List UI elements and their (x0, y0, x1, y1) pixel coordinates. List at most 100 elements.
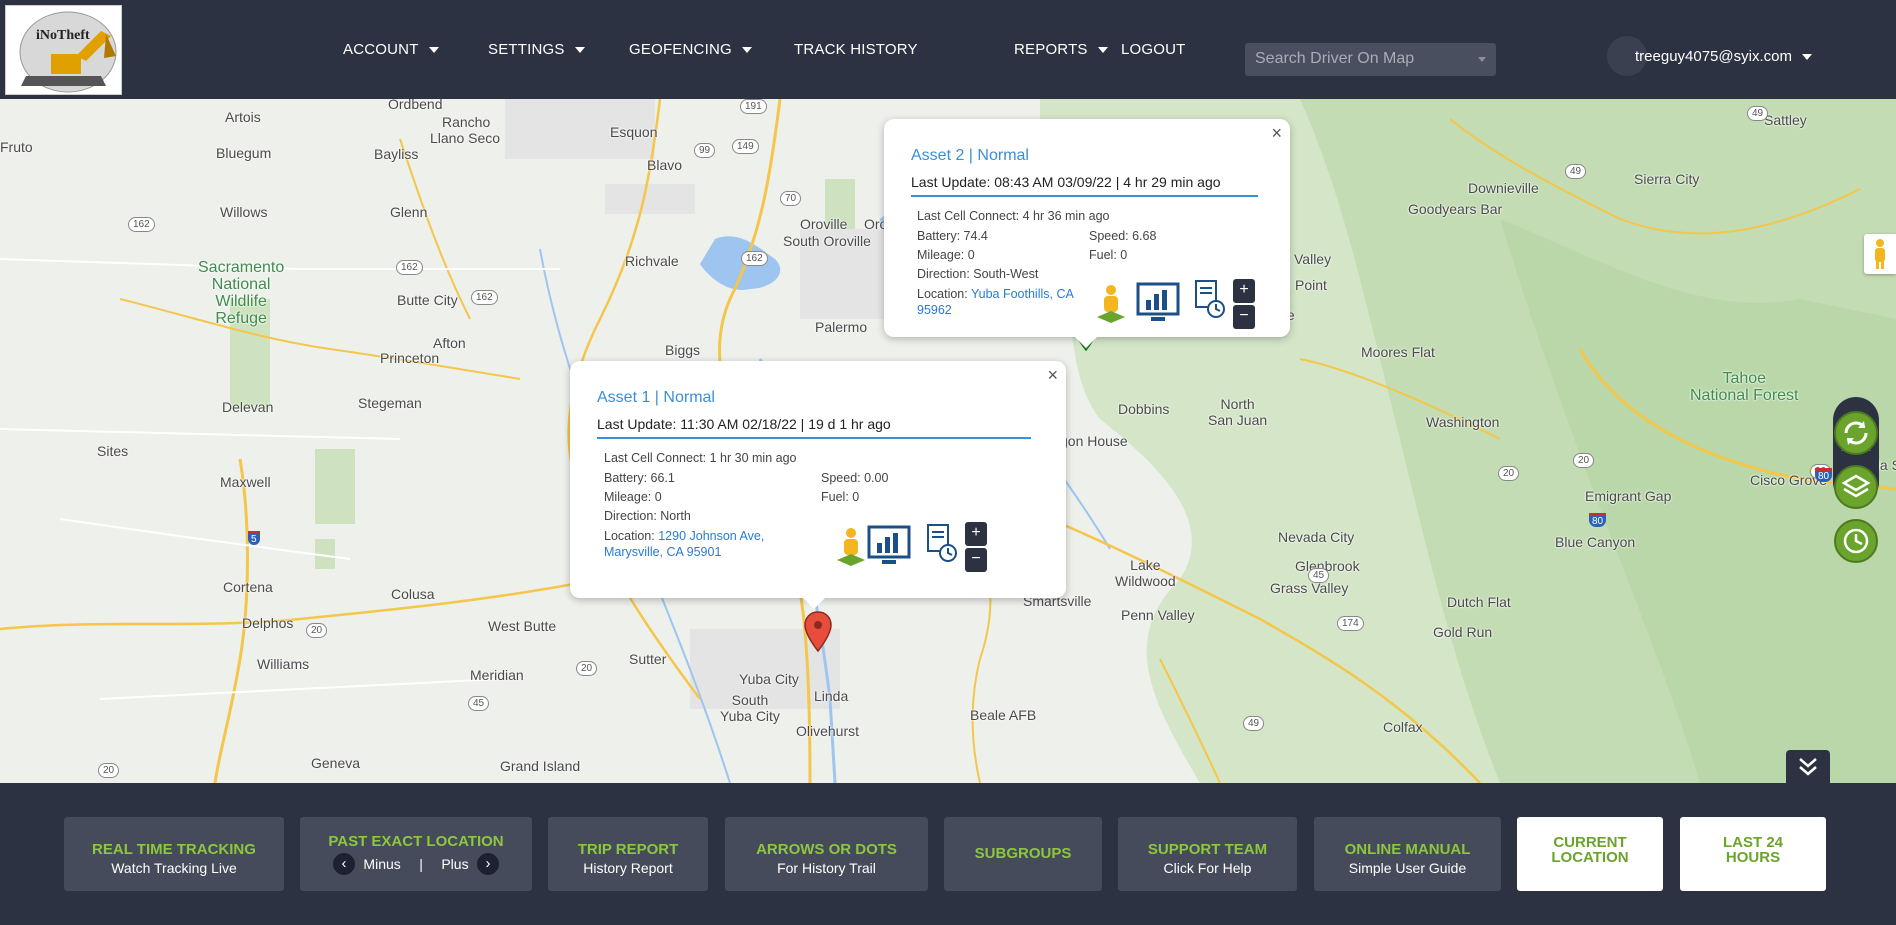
street-view-icon[interactable] (832, 526, 870, 568)
nav-settings[interactable]: SETTINGS (488, 0, 585, 99)
route-shield: 45 (468, 696, 490, 711)
popup-zoom-in-button[interactable]: + (1233, 279, 1255, 303)
map-layers-button[interactable] (1834, 465, 1878, 509)
last-update: Last Update: 08:43 AM 03/09/22 | 4 hr 29… (911, 174, 1221, 190)
popup-title[interactable]: Asset 2 | Normal (911, 147, 1029, 165)
trip-report-button[interactable]: TRIP REPORT History Report (548, 817, 708, 891)
direction-value: Direction: North (604, 509, 691, 523)
chart-report-icon[interactable] (1136, 282, 1180, 324)
popup-zoom-out-button[interactable]: − (965, 548, 987, 572)
search-placeholder: Search Driver On Map (1255, 50, 1415, 67)
interstate-shield: 80 (1589, 513, 1607, 527)
place-label: Sutter (629, 651, 667, 667)
route-shield: 49 (1243, 716, 1265, 731)
place-label: Sites (97, 443, 129, 459)
chevron-down-icon (574, 46, 585, 53)
mileage-value: Mileage: 0 (604, 490, 662, 504)
place-label: South Oroville (783, 233, 871, 249)
nav-geofencing-label: GEOFENCING (629, 41, 732, 58)
nav-geofencing[interactable]: GEOFENCING (629, 0, 752, 99)
place-label: Point (1295, 277, 1327, 293)
button-subtitle: Simple User Guide (1348, 860, 1467, 876)
route-shield: 162 (128, 217, 155, 232)
popup-tail (802, 597, 826, 609)
place-label: Goodyears Bar (1408, 201, 1503, 217)
minus-label[interactable]: Minus (363, 856, 400, 872)
arrows-or-dots-button[interactable]: ARROWS OR DOTS For History Trail (725, 817, 928, 891)
place-label: Sacramento National Wildlife Refuge (198, 259, 285, 327)
nav-account[interactable]: ACCOUNT (343, 0, 439, 99)
place-label: Beale AFB (970, 707, 1037, 723)
place-label: Cortena (223, 579, 273, 595)
refresh-icon (1844, 421, 1868, 445)
layers-icon (1841, 474, 1871, 498)
location-link[interactable]: 1290 Johnson Ave, (658, 529, 764, 543)
route-shield: 162 (741, 251, 768, 266)
company-logo[interactable]: iNoTheft (5, 5, 122, 95)
location-label: Location: (917, 287, 968, 301)
location-link-city[interactable]: Marysville, CA 95901 (604, 545, 721, 559)
button-title: ONLINE MANUAL (1344, 841, 1471, 858)
driver-search-select[interactable]: Search Driver On Map (1245, 43, 1496, 76)
chevron-left-icon[interactable]: ‹ (332, 853, 355, 875)
place-label: Blue Canyon (1555, 534, 1636, 550)
support-team-button[interactable]: SUPPORT TEAM Click For Help (1118, 817, 1297, 891)
popup-title[interactable]: Asset 1 | Normal (597, 389, 715, 407)
last-24-hours-button[interactable]: LAST 24 HOURS (1680, 817, 1826, 891)
nav-logout[interactable]: LOGOUT (1121, 0, 1186, 99)
plus-label[interactable]: Plus (441, 856, 468, 872)
interstate-shield: 80 (1815, 468, 1833, 482)
chevron-down-icon (1478, 57, 1486, 62)
pegman-icon[interactable] (1864, 234, 1896, 274)
expand-panel-button[interactable] (1786, 750, 1830, 783)
place-label: Dutch Flat (1447, 594, 1511, 610)
close-icon[interactable]: × (1271, 123, 1282, 144)
button-subtitle: History Report (583, 860, 673, 876)
chevron-down-icon (1097, 46, 1108, 53)
place-label: Penn Valley (1121, 607, 1195, 623)
subgroups-button[interactable]: SUBGROUPS (944, 817, 1102, 891)
nav-reports-label: REPORTS (1014, 41, 1088, 58)
place-label: Willows (220, 204, 268, 220)
place-label: Artois (225, 109, 261, 125)
route-shield: 99 (694, 143, 716, 158)
current-location-button[interactable]: CURRENT LOCATION (1517, 817, 1663, 891)
user-menu[interactable]: treeguy4075@syix.com (1635, 48, 1812, 65)
popup-zoom-out-button[interactable]: − (1233, 305, 1255, 329)
place-label: Valley (1294, 251, 1332, 267)
chevron-right-icon[interactable]: › (477, 853, 500, 875)
place-label: Linda (814, 688, 849, 704)
place-label: Rancho (442, 114, 491, 130)
route-shield: 20 (1498, 466, 1520, 481)
popup-zoom-in-button[interactable]: + (965, 522, 987, 546)
battery-value: Battery: 66.1 (604, 471, 675, 485)
nav-reports[interactable]: REPORTS (1014, 0, 1108, 99)
separator: | (419, 856, 423, 872)
history-report-icon[interactable] (1190, 279, 1228, 321)
place-label: Colfax (1383, 719, 1423, 735)
clock-icon (1843, 528, 1869, 554)
history-report-icon[interactable] (922, 523, 960, 565)
nav-track-history[interactable]: TRACK HISTORY (794, 0, 918, 99)
button-title-line2: LOCATION (1551, 849, 1629, 866)
asset-1-marker-icon[interactable] (804, 611, 832, 653)
real-time-tracking-button[interactable]: REAL TIME TRACKING Watch Tracking Live (64, 817, 284, 891)
history-time-button[interactable] (1834, 519, 1878, 563)
place-label: gon House (1060, 433, 1128, 449)
map-canvas[interactable]: Artois Ordbend Rancho Llano Seco Esquon … (0, 99, 1896, 783)
location-link-zip[interactable]: 95962 (917, 303, 952, 317)
close-icon[interactable]: × (1047, 365, 1058, 386)
place-label: Dobbins (1118, 401, 1170, 417)
route-shield: 174 (1337, 616, 1364, 631)
place-label: Maxwell (220, 474, 271, 490)
button-title: LAST 24 HOURS (1680, 835, 1826, 865)
online-manual-button[interactable]: ONLINE MANUAL Simple User Guide (1314, 817, 1501, 891)
chevron-down-icon (428, 46, 439, 53)
fuel-value: Fuel: 0 (821, 490, 860, 504)
place-label: Stegeman (358, 395, 422, 411)
street-view-icon[interactable] (1092, 283, 1130, 325)
location-link[interactable]: Yuba Foothills, CA (971, 287, 1074, 301)
place-label: Tahoe National Forest (1690, 370, 1799, 404)
refresh-button[interactable] (1834, 411, 1878, 455)
chart-report-icon[interactable] (867, 525, 911, 567)
